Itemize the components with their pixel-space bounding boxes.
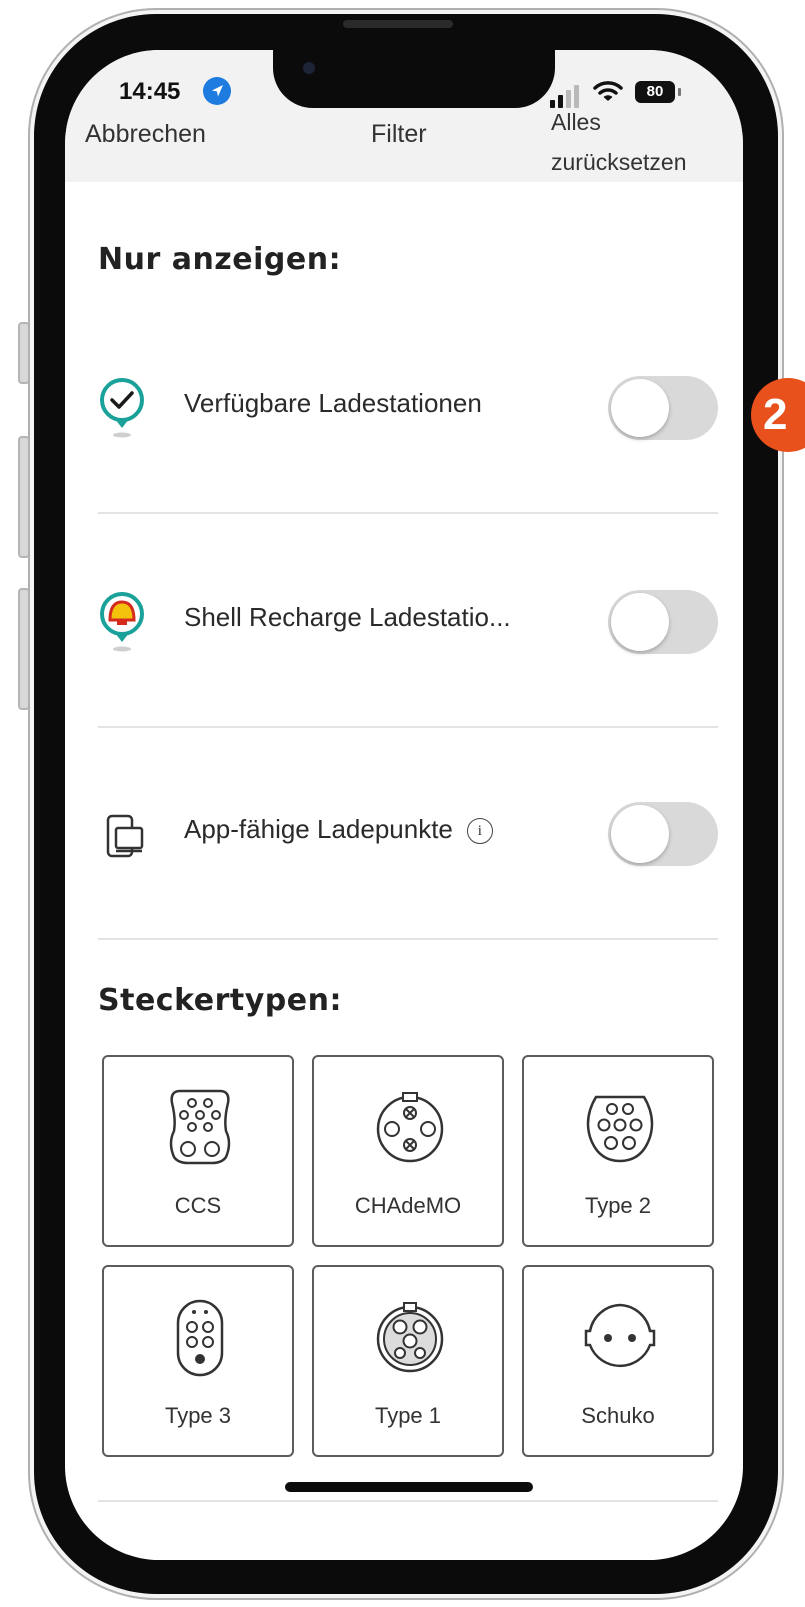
plug-label: Schuko [581, 1403, 655, 1428]
plug-label: Type 3 [164, 1403, 232, 1428]
reset-label-line2: zurücksetzen [551, 149, 687, 175]
front-camera [303, 62, 315, 74]
filter-label: App-fähige Ladepunkte i [184, 814, 493, 845]
plug-schuko[interactable]: Schuko [522, 1265, 714, 1457]
plug-type3[interactable]: Type 3 [102, 1265, 294, 1457]
plug-ccs[interactable]: CCS [102, 1055, 294, 1247]
schuko-plug-icon [584, 1303, 656, 1368]
plug-label: Type 2 [584, 1193, 652, 1218]
filter-label: Shell Recharge Ladestatio... [184, 602, 511, 632]
filter-row-shell: Shell Recharge Ladestatio... [98, 582, 718, 662]
app-chargepoints-toggle[interactable] [608, 802, 718, 866]
battery-tip [678, 88, 681, 96]
wifi-icon [593, 81, 623, 101]
plug-label: Type 1 [374, 1403, 442, 1428]
type1-plug-icon [376, 1302, 444, 1373]
filter-row-app: App-fähige Ladepunkte i [98, 794, 718, 874]
plug-type1[interactable]: Type 1 [312, 1265, 504, 1457]
ccs-plug-icon [169, 1089, 231, 1165]
available-stations-toggle[interactable] [608, 376, 718, 440]
check-pin-icon [100, 378, 144, 438]
toggle-knob [611, 805, 669, 863]
app-screen: 14:45 80 Abbrechen Filter Alles zurückse… [65, 50, 743, 1560]
plug-chademo[interactable]: CHAdeMO [312, 1055, 504, 1247]
plugs-section-title: Steckertypen: [98, 983, 342, 1018]
reset-all-button[interactable]: Alles zurücksetzen [551, 102, 741, 182]
notch [273, 50, 555, 108]
plug-label: CCS [174, 1193, 222, 1218]
plug-type2[interactable]: Type 2 [522, 1055, 714, 1247]
type2-plug-icon [586, 1095, 654, 1163]
divider [98, 512, 718, 514]
reset-label-line1: Alles [551, 109, 601, 135]
toggle-knob [611, 593, 669, 651]
location-arrow-icon [203, 77, 231, 105]
shell-pin-icon [100, 592, 144, 652]
info-icon[interactable]: i [466, 818, 493, 845]
type3-plug-icon [176, 1299, 224, 1377]
filters-section-title: Nur anzeigen: [98, 242, 342, 277]
chademo-plug-icon [376, 1092, 444, 1163]
divider [98, 938, 718, 940]
divider [98, 726, 718, 728]
divider [98, 1500, 718, 1502]
toggle-knob [611, 379, 669, 437]
filter-label-text: App-fähige Ladepunkte [184, 814, 453, 844]
battery-icon: 80 [635, 81, 675, 103]
app-devices-icon [106, 814, 144, 858]
status-time: 14:45 [119, 78, 181, 105]
filter-row-available: Verfügbare Ladestationen [98, 368, 718, 448]
shell-stations-toggle[interactable] [608, 590, 718, 654]
plug-label: CHAdeMO [354, 1193, 462, 1218]
home-indicator[interactable] [285, 1482, 533, 1492]
cancel-button[interactable]: Abbrechen [85, 120, 206, 149]
page-title: Filter [371, 120, 427, 148]
filter-label: Verfügbare Ladestationen [184, 388, 482, 418]
speaker-grille [343, 20, 453, 28]
